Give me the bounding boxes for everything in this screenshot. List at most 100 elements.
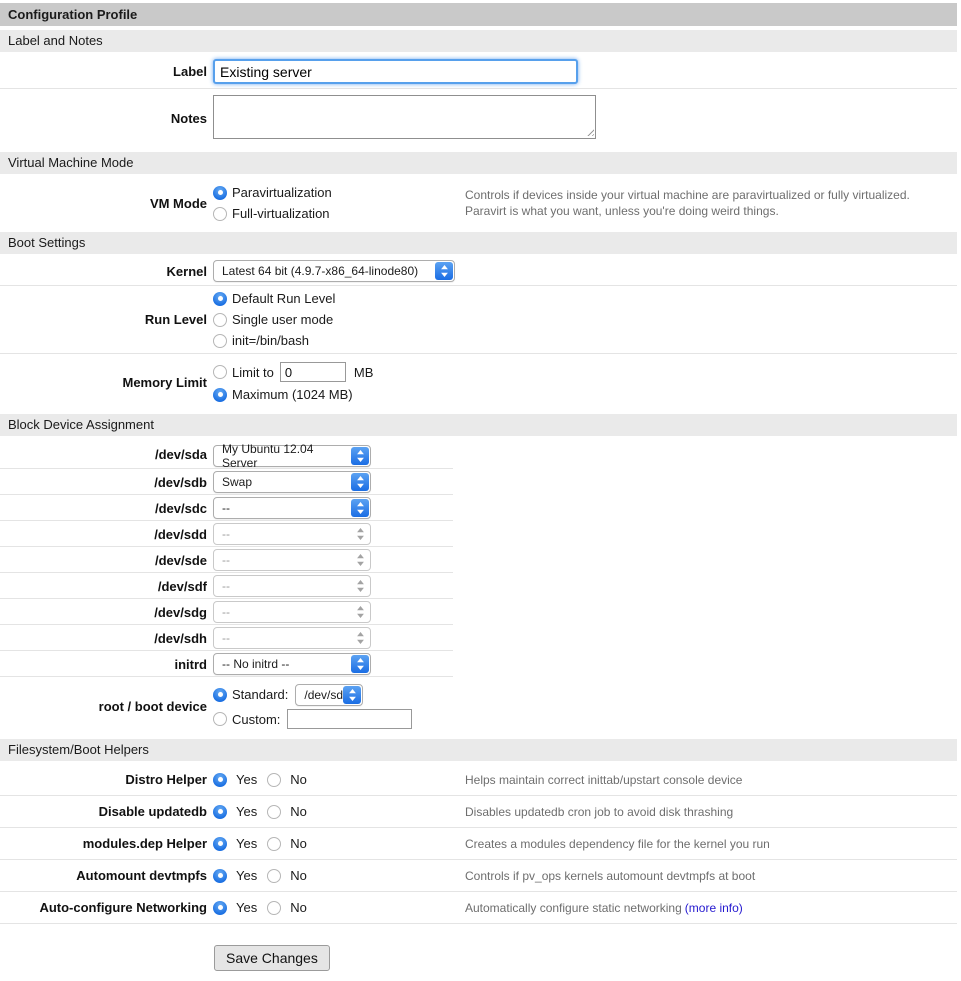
auto-configure-networking-help-part: Automatically configure static networkin… xyxy=(465,901,682,915)
disable-updatedb-no-radio[interactable] xyxy=(267,805,281,819)
dev-sdb-row: /dev/sdb Swap xyxy=(0,469,957,495)
vm-mode-label: VM Mode xyxy=(150,196,207,211)
dev-sdd-row: /dev/sdd -- xyxy=(0,521,957,547)
dev-sde-label: /dev/sde xyxy=(155,553,207,568)
kernel-select-value: Latest 64 bit (4.9.7-x86_64-linode80) xyxy=(222,264,418,278)
kernel-label: Kernel xyxy=(167,264,207,279)
init-bin-bash-radio-label: init=/bin/bash xyxy=(232,333,309,348)
memory-limit-input[interactable] xyxy=(280,362,346,382)
dev-sdb-select[interactable]: Swap xyxy=(213,471,371,493)
default-run-level-radio[interactable] xyxy=(213,292,227,306)
distro-helper-yes-radio[interactable] xyxy=(213,773,227,787)
dev-sda-row: /dev/sda My Ubuntu 12.04 Server xyxy=(0,439,957,469)
dev-sdg-select-value: -- xyxy=(222,605,230,619)
dev-sda-select-value: My Ubuntu 12.04 Server xyxy=(222,442,346,470)
single-user-mode-radio[interactable] xyxy=(213,313,227,327)
default-run-level-radio-label: Default Run Level xyxy=(232,291,335,306)
standard-root-device-select[interactable]: /dev/sda xyxy=(295,684,363,706)
run-level-label: Run Level xyxy=(145,312,207,327)
no-radio-label: No xyxy=(290,772,307,787)
section-header-label-and-notes: Label and Notes xyxy=(0,30,957,52)
select-stepper-icon xyxy=(351,603,369,621)
maximum-memory-radio-label: Maximum (1024 MB) xyxy=(232,387,353,402)
kernel-select[interactable]: Latest 64 bit (4.9.7-x86_64-linode80) xyxy=(213,260,455,282)
memory-unit-label: MB xyxy=(354,365,374,380)
init-bin-bash-radio[interactable] xyxy=(213,334,227,348)
automount-devtmpfs-row: Automount devtmpfs Yes No Controls if pv… xyxy=(0,860,957,892)
select-stepper-icon xyxy=(343,686,361,704)
distro-helper-help-text: Helps maintain correct inittab/upstart c… xyxy=(465,772,939,788)
custom-root-device-input[interactable] xyxy=(287,709,412,729)
yes-radio-label: Yes xyxy=(236,868,257,883)
distro-helper-no-radio[interactable] xyxy=(267,773,281,787)
disable-updatedb-label: Disable updatedb xyxy=(99,804,207,819)
dev-sdh-select-value: -- xyxy=(222,631,230,645)
dev-sdd-select-value: -- xyxy=(222,527,230,541)
section-header-boot-settings: Boot Settings xyxy=(0,232,957,254)
section-header-filesystem-boot-helpers: Filesystem/Boot Helpers xyxy=(0,739,957,761)
single-user-mode-radio-label: Single user mode xyxy=(232,312,333,327)
dev-sdg-select: -- xyxy=(213,601,371,623)
dev-sdb-select-value: Swap xyxy=(222,475,252,489)
kernel-row: Kernel Latest 64 bit (4.9.7-x86_64-linod… xyxy=(0,257,957,286)
dev-sdb-label: /dev/sdb xyxy=(154,475,207,490)
auto-configure-networking-label: Auto-configure Networking xyxy=(39,900,207,915)
modules-dep-helper-row: modules.dep Helper Yes No Creates a modu… xyxy=(0,828,957,860)
modules-dep-help-text: Creates a modules dependency file for th… xyxy=(465,836,939,852)
disable-updatedb-help-text: Disables updatedb cron job to avoid disk… xyxy=(465,804,939,820)
maximum-memory-radio[interactable] xyxy=(213,388,227,402)
select-stepper-icon xyxy=(351,629,369,647)
dev-sdf-row: /dev/sdf -- xyxy=(0,573,957,599)
more-info-link[interactable]: (more info) xyxy=(685,901,743,915)
select-stepper-icon xyxy=(351,525,369,543)
configuration-profile-page: Configuration Profile Label and Notes La… xyxy=(0,0,961,981)
dev-sdg-label: /dev/sdg xyxy=(154,605,207,620)
automount-devtmpfs-yes-radio[interactable] xyxy=(213,869,227,883)
auto-configure-networking-no-radio[interactable] xyxy=(267,901,281,915)
auto-configure-networking-row: Auto-configure Networking Yes No Automat… xyxy=(0,892,957,924)
dev-sda-select[interactable]: My Ubuntu 12.04 Server xyxy=(213,445,371,467)
dev-sde-row: /dev/sde -- xyxy=(0,547,957,573)
automount-devtmpfs-help-text: Controls if pv_ops kernels automount dev… xyxy=(465,868,939,884)
full-virtualization-radio-label: Full-virtualization xyxy=(232,206,330,221)
no-radio-label: No xyxy=(290,900,307,915)
notes-row: Notes xyxy=(0,89,957,149)
yes-radio-label: Yes xyxy=(236,836,257,851)
label-row: Label xyxy=(0,55,957,89)
select-stepper-icon xyxy=(351,577,369,595)
auto-configure-networking-yes-radio[interactable] xyxy=(213,901,227,915)
dev-sdd-label: /dev/sdd xyxy=(154,527,207,542)
modules-dep-no-radio[interactable] xyxy=(267,837,281,851)
dev-sde-select: -- xyxy=(213,549,371,571)
custom-root-radio-label: Custom: xyxy=(232,712,280,727)
select-stepper-icon xyxy=(351,473,369,491)
notes-textarea[interactable] xyxy=(213,95,596,139)
yes-radio-label: Yes xyxy=(236,900,257,915)
initrd-select[interactable]: -- No initrd -- xyxy=(213,653,371,675)
dev-sdc-select[interactable]: -- xyxy=(213,497,371,519)
disable-updatedb-yes-radio[interactable] xyxy=(213,805,227,819)
page-title: Configuration Profile xyxy=(0,3,957,26)
initrd-row: initrd -- No initrd -- xyxy=(0,651,957,677)
dev-sdd-select: -- xyxy=(213,523,371,545)
memory-limit-label: Memory Limit xyxy=(122,375,207,390)
automount-devtmpfs-label: Automount devtmpfs xyxy=(76,868,207,883)
save-changes-button[interactable]: Save Changes xyxy=(214,945,330,971)
limit-to-radio[interactable] xyxy=(213,365,227,379)
label-input[interactable] xyxy=(213,59,578,84)
root-boot-device-label: root / boot device xyxy=(99,699,207,714)
distro-helper-label: Distro Helper xyxy=(125,772,207,787)
automount-devtmpfs-no-radio[interactable] xyxy=(267,869,281,883)
full-virtualization-radio[interactable] xyxy=(213,207,227,221)
run-level-row: Run Level Default Run Level Single user … xyxy=(0,286,957,354)
vm-mode-help-text: Controls if devices inside your virtual … xyxy=(465,187,939,219)
custom-root-radio[interactable] xyxy=(213,712,227,726)
standard-root-radio[interactable] xyxy=(213,688,227,702)
paravirtualization-radio[interactable] xyxy=(213,186,227,200)
dev-sda-label: /dev/sda xyxy=(155,447,207,462)
dev-sdf-select: -- xyxy=(213,575,371,597)
dev-sdh-label: /dev/sdh xyxy=(154,631,207,646)
modules-dep-yes-radio[interactable] xyxy=(213,837,227,851)
standard-root-radio-label: Standard: xyxy=(232,687,288,702)
dev-sdh-select: -- xyxy=(213,627,371,649)
